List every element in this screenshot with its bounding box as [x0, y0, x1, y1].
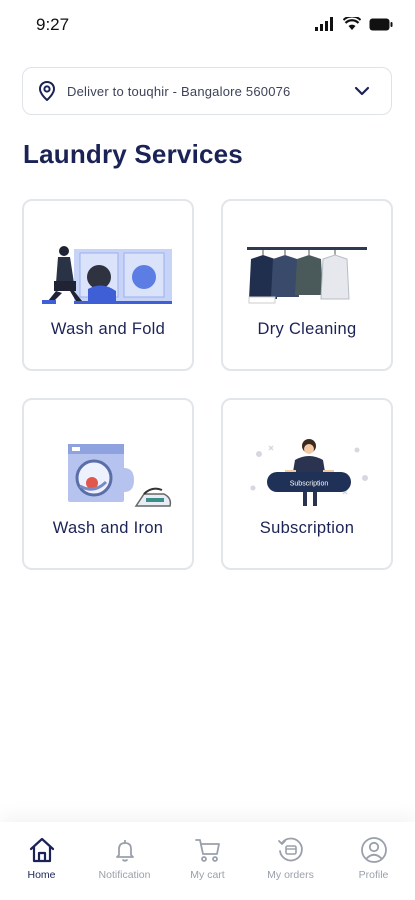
- service-card-wash-and-iron[interactable]: Wash and Iron: [22, 398, 194, 570]
- cart-icon: [194, 839, 220, 862]
- nav-item-my-cart[interactable]: My cart: [168, 822, 248, 881]
- signal-icon: [315, 17, 333, 31]
- nav-item-home[interactable]: Home: [2, 822, 82, 881]
- home-icon: [29, 837, 54, 863]
- service-card-wash-and-fold[interactable]: Wash and Fold: [22, 199, 194, 371]
- subscription-banner-illustration: Subscription: [250, 439, 368, 506]
- profile-icon: [360, 837, 387, 863]
- orders-icon: [277, 837, 303, 862]
- battery-icon: [369, 18, 393, 30]
- subscription-banner-text: Subscription: [290, 481, 329, 488]
- status-bar: 9:27: [0, 0, 415, 50]
- nav-label: My orders: [267, 869, 314, 881]
- nav-item-profile[interactable]: Profile: [334, 822, 414, 881]
- nav-item-notification[interactable]: Notification: [85, 822, 165, 881]
- clothes-rack-illustration: [247, 247, 367, 304]
- status-icons: [315, 17, 393, 31]
- washing-machine-person-illustration: [42, 246, 172, 304]
- page-title: Laundry Services: [23, 139, 243, 169]
- delivery-location-text: Deliver to touqhir - Bangalore 560076: [67, 83, 291, 99]
- service-card-label: Dry Cleaning: [257, 320, 357, 338]
- nav-label: Notification: [98, 869, 151, 881]
- service-card-label: Subscription: [259, 519, 355, 537]
- wifi-icon: [343, 17, 361, 30]
- delivery-location-selector[interactable]: Deliver to touqhir - Bangalore 560076: [22, 67, 392, 115]
- service-card-dry-cleaning[interactable]: Dry Cleaning: [221, 199, 393, 371]
- nav-label: Home: [27, 869, 56, 881]
- location-pin-icon: [38, 81, 56, 101]
- nav-label: Profile: [358, 869, 389, 881]
- service-card-label: Wash and Iron: [52, 519, 164, 537]
- washer-iron-illustration: [68, 444, 172, 507]
- bell-icon: [115, 840, 134, 862]
- chevron-down-icon[interactable]: [353, 84, 371, 98]
- service-card-label: Wash and Fold: [50, 320, 166, 338]
- status-time: 9:27: [36, 15, 70, 34]
- nav-item-my-orders[interactable]: My orders: [251, 822, 331, 881]
- service-card-subscription[interactable]: Subscription Subscription: [221, 398, 393, 570]
- bottom-navigation: Home Notification My cart My orders Prof…: [0, 822, 415, 900]
- nav-label: My cart: [190, 869, 225, 881]
